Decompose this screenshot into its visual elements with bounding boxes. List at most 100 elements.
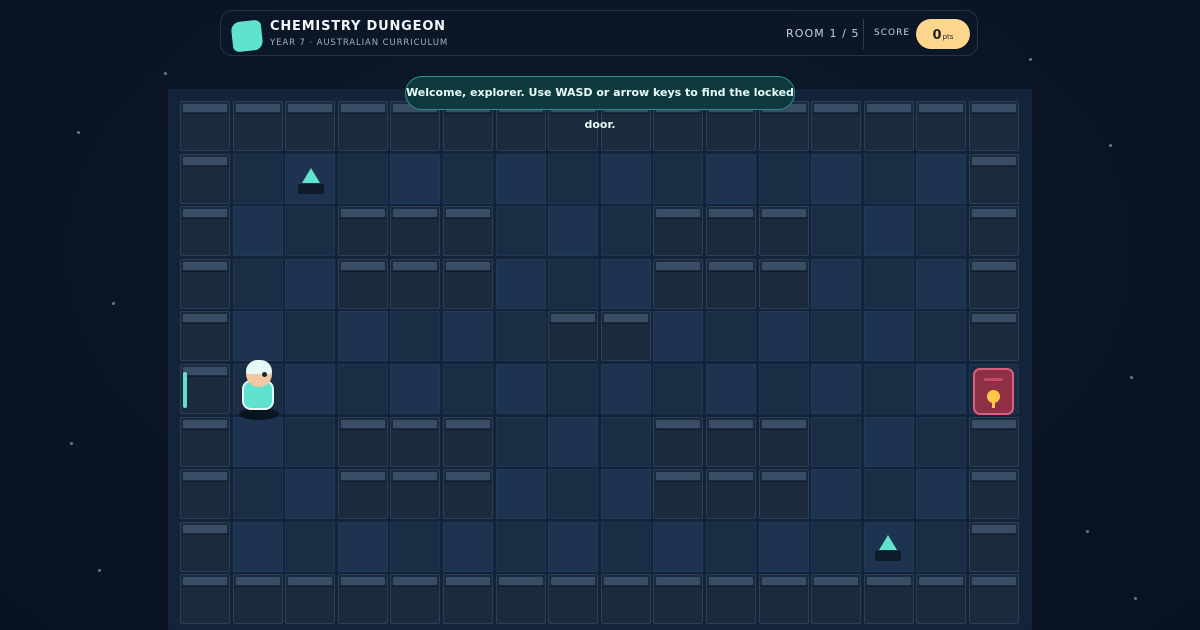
wall-tile <box>864 101 914 151</box>
wall-tile <box>180 364 230 414</box>
wall-tile <box>390 206 440 256</box>
wall-tile <box>496 574 546 624</box>
wall-tile <box>706 469 756 519</box>
floor-tile <box>916 311 966 361</box>
door-bar <box>984 378 1003 381</box>
wall-tile <box>864 574 914 624</box>
wall-tile <box>285 101 335 151</box>
flask-shape <box>302 168 320 183</box>
floor-tile <box>285 311 335 361</box>
floor-tile <box>653 154 703 204</box>
floor-tile <box>759 364 809 414</box>
floor-tile <box>233 154 283 204</box>
floor-tile <box>285 259 335 309</box>
wall-tile <box>180 206 230 256</box>
floor-tile <box>916 522 966 572</box>
wall-tile <box>180 259 230 309</box>
game-header: CHEMISTRY DUNGEON YEAR 7 · AUSTRALIAN CU… <box>220 10 978 56</box>
floor-tile <box>390 154 440 204</box>
floor-tile <box>496 364 546 414</box>
wall-tile <box>706 417 756 467</box>
wall-tile <box>443 469 493 519</box>
floor-tile <box>548 364 598 414</box>
floor-tile <box>285 469 335 519</box>
floor-tile <box>864 206 914 256</box>
floor-tile <box>390 522 440 572</box>
floor-tile <box>811 417 861 467</box>
entry-marker <box>183 372 187 408</box>
wall-tile <box>653 259 703 309</box>
floor-tile <box>496 522 546 572</box>
score-unit: pts <box>942 33 954 41</box>
floor-tile <box>811 311 861 361</box>
floor-tile <box>706 364 756 414</box>
wall-tile <box>338 469 388 519</box>
room-counter: ROOM 1 / 5 <box>786 27 860 40</box>
floor-tile <box>811 206 861 256</box>
floor-tile <box>496 259 546 309</box>
floor-tile <box>864 469 914 519</box>
floor-tile <box>759 522 809 572</box>
floor-tile <box>916 154 966 204</box>
floor-tile <box>548 469 598 519</box>
wall-tile <box>759 417 809 467</box>
floor-tile <box>811 469 861 519</box>
floor-tile <box>443 364 493 414</box>
floor-tile <box>496 417 546 467</box>
wall-tile <box>969 259 1019 309</box>
floor-tile <box>653 522 703 572</box>
wall-tile <box>706 574 756 624</box>
floor-tile <box>338 364 388 414</box>
floor-tile <box>916 417 966 467</box>
floor-tile <box>601 417 651 467</box>
wall-tile <box>338 259 388 309</box>
wall-tile <box>969 206 1019 256</box>
wall-tile <box>969 154 1019 204</box>
floor-tile <box>548 154 598 204</box>
floor-tile <box>759 154 809 204</box>
locked-door[interactable] <box>973 368 1014 415</box>
floor-tile <box>811 154 861 204</box>
welcome-toast: Welcome, explorer. Use WASD or arrow key… <box>405 76 795 131</box>
logo-icon <box>230 19 264 53</box>
floor-tile <box>864 417 914 467</box>
wall-tile <box>601 311 651 361</box>
wall-tile <box>443 259 493 309</box>
floor-tile <box>285 417 335 467</box>
star <box>1086 530 1089 533</box>
wall-tile <box>653 469 703 519</box>
star <box>1029 58 1032 61</box>
floor-tile <box>548 259 598 309</box>
floor-tile <box>864 154 914 204</box>
flask-shape <box>879 535 897 550</box>
floor-tile <box>706 154 756 204</box>
floor-tile <box>285 522 335 572</box>
floor-tile <box>548 417 598 467</box>
star <box>98 569 101 572</box>
score-badge: 0pts <box>916 19 970 49</box>
wall-tile <box>285 574 335 624</box>
floor-tile <box>233 259 283 309</box>
header-divider <box>863 19 864 49</box>
wall-tile <box>390 574 440 624</box>
floor-tile <box>443 522 493 572</box>
wall-tile <box>338 101 388 151</box>
wall-tile <box>706 206 756 256</box>
wall-tile <box>443 574 493 624</box>
floor-tile <box>233 522 283 572</box>
star <box>77 131 80 134</box>
wall-tile <box>969 469 1019 519</box>
wall-tile <box>390 469 440 519</box>
floor-tile <box>864 311 914 361</box>
wall-tile <box>180 469 230 519</box>
flask-icon[interactable] <box>296 168 326 194</box>
wall-tile <box>180 101 230 151</box>
player-character <box>237 358 281 422</box>
wall-tile <box>338 574 388 624</box>
wall-tile <box>180 311 230 361</box>
wall-tile <box>759 469 809 519</box>
flask-icon[interactable] <box>873 535 903 561</box>
wall-tile <box>969 522 1019 572</box>
floor-tile <box>811 364 861 414</box>
floor-tile <box>601 364 651 414</box>
